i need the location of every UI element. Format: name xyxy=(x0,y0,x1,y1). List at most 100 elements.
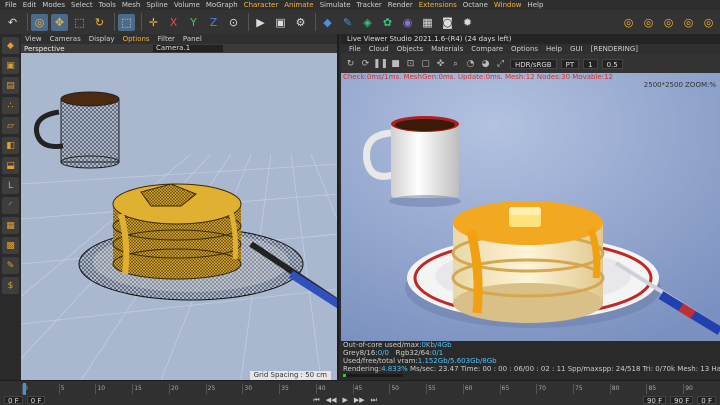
timeline-ruler[interactable]: 051015202530354045505560657075808590 xyxy=(22,384,720,394)
make-editable-icon[interactable]: ◆ xyxy=(2,37,19,54)
zoom-icon[interactable]: ⌕ xyxy=(450,58,461,69)
model-mode-icon[interactable]: ▣ xyxy=(2,57,19,74)
color-space-select[interactable]: HDR/sRGB xyxy=(510,58,557,69)
menu-modes[interactable]: Modes xyxy=(39,0,68,10)
snap-icon[interactable]: ◜ xyxy=(2,197,19,214)
axis-mode-icon[interactable]: L xyxy=(2,177,19,194)
lv-menu-objects[interactable]: Objects xyxy=(393,45,427,53)
restart-render-icon[interactable]: ⟳ xyxy=(360,58,371,69)
end-frame-field[interactable]: 90 F xyxy=(642,396,667,405)
undo-icon[interactable]: ↶ xyxy=(4,14,21,31)
menu-character[interactable]: Character xyxy=(241,0,282,10)
script-icon[interactable]: $ xyxy=(2,277,19,294)
menu-window[interactable]: Window xyxy=(491,0,525,10)
viewport-menu-panel[interactable]: Panel xyxy=(179,34,206,44)
scale-tool-icon[interactable]: ⬚ xyxy=(71,14,88,31)
axis-icon[interactable]: ✛ xyxy=(145,14,162,31)
menu-mograph[interactable]: MoGraph xyxy=(203,0,241,10)
kernel-select[interactable]: PT xyxy=(560,58,580,69)
selection-box-icon[interactable]: ⬚ xyxy=(118,13,135,31)
x-axis-icon[interactable]: X xyxy=(165,14,182,31)
coordinate-system-icon[interactable]: ⊙ xyxy=(225,14,242,31)
editor-viewport[interactable]: View Cameras Display Options Filter Panel Per… xyxy=(21,34,339,380)
render-picture-icon[interactable]: ▣ xyxy=(272,14,289,31)
viewport-menu-display[interactable]: Display xyxy=(85,34,119,44)
menu-animate[interactable]: Animate xyxy=(281,0,316,10)
send-scene-icon[interactable]: ↻ xyxy=(345,58,356,69)
object-picker-icon[interactable]: ◕ xyxy=(480,58,491,69)
start-frame-field[interactable]: 0 F xyxy=(4,396,23,405)
lv-menu-help[interactable]: Help xyxy=(542,45,566,53)
deformer-icon[interactable]: ◉ xyxy=(399,14,416,31)
menu-render[interactable]: Render xyxy=(385,0,416,10)
menu-mesh[interactable]: Mesh xyxy=(119,0,143,10)
menu-spline[interactable]: Spline xyxy=(143,0,171,10)
edges-mode-icon[interactable]: ▱ xyxy=(2,117,19,134)
next-key-icon[interactable]: ▶▶ xyxy=(354,396,365,404)
menu-extensions[interactable]: Extensions xyxy=(416,0,460,10)
texture-mode-icon[interactable]: ▤ xyxy=(2,77,19,94)
pause-render-icon[interactable]: ❚❚ xyxy=(373,58,388,69)
paint-icon[interactable]: ✎ xyxy=(2,257,19,274)
camera-select[interactable]: Camera.1 xyxy=(153,45,223,52)
points-mode-icon[interactable]: ∴ xyxy=(2,97,19,114)
workplane-icon[interactable]: ▦ xyxy=(2,217,19,234)
viewport-menu-cameras[interactable]: Cameras xyxy=(46,34,85,44)
goto-end-icon[interactable]: ⏭ xyxy=(371,396,377,405)
material-picker-icon[interactable]: ◔ xyxy=(465,58,476,69)
viewport-menu-options[interactable]: Options xyxy=(119,34,154,44)
lv-menu-compare[interactable]: Compare xyxy=(467,45,507,53)
y-axis-icon[interactable]: Y xyxy=(185,14,202,31)
cube-icon[interactable]: ◆ xyxy=(319,14,336,31)
rotate-tool-icon[interactable]: ↻ xyxy=(91,14,108,31)
lv-menu-cloud[interactable]: Cloud xyxy=(365,45,393,53)
lv-menu-file[interactable]: File xyxy=(345,45,365,53)
field-2[interactable]: 0.5 xyxy=(601,58,623,69)
octane-settings-icon[interactable]: ◎ xyxy=(640,14,657,31)
lv-menu-options[interactable]: Options xyxy=(507,45,542,53)
octane-live-viewer-icon[interactable]: ◎ xyxy=(620,14,637,31)
lv-menu-gui[interactable]: GUI xyxy=(566,45,587,53)
menu-simulate[interactable]: Simulate xyxy=(317,0,354,10)
subdivision-icon[interactable]: ◈ xyxy=(359,14,376,31)
menu-file[interactable]: File xyxy=(2,0,20,10)
current-frame-field[interactable]: 0 F xyxy=(26,396,46,405)
lock-workplane-icon[interactable]: ▩ xyxy=(2,237,19,254)
render-settings-icon[interactable]: ⚙ xyxy=(292,14,309,31)
octane-material-icon[interactable]: ◎ xyxy=(660,14,677,31)
menu-select[interactable]: Select xyxy=(68,0,96,10)
stop-render-icon[interactable]: ■ xyxy=(390,58,401,69)
render-view[interactable]: Check:0ms/1ms. MeshGen:0ms. Update:0ms. … xyxy=(341,73,720,341)
octane-texture-icon[interactable]: ◎ xyxy=(680,14,697,31)
cloner-icon[interactable]: ✿ xyxy=(379,14,396,31)
camera-icon[interactable]: ◙ xyxy=(439,14,456,31)
pick-focus-icon[interactable]: ✜ xyxy=(435,58,446,69)
octane-camera-icon[interactable]: ◎ xyxy=(700,14,717,31)
uv-mode-icon[interactable]: ⬓ xyxy=(2,157,19,174)
pen-icon[interactable]: ✎ xyxy=(339,14,356,31)
viewport-menu-filter[interactable]: Filter xyxy=(154,34,179,44)
lock-icon[interactable]: ⊡ xyxy=(405,58,416,69)
playhead[interactable] xyxy=(23,383,26,395)
prev-key-icon[interactable]: ◀◀ xyxy=(326,396,337,404)
menu-tracker[interactable]: Tracker xyxy=(354,0,385,10)
render-view-icon[interactable]: ▶ xyxy=(252,14,269,31)
viewport-menu-view[interactable]: View xyxy=(21,34,46,44)
floor-icon[interactable]: ▦ xyxy=(419,14,436,31)
select-tool-icon[interactable]: ◎ xyxy=(31,13,48,31)
fit-icon[interactable]: ⤢ xyxy=(495,58,506,69)
field-1[interactable]: 1 xyxy=(583,58,598,69)
move-tool-icon[interactable]: ✥ xyxy=(51,13,68,31)
polygons-mode-icon[interactable]: ◧ xyxy=(2,137,19,154)
menu-volume[interactable]: Volume xyxy=(171,0,203,10)
lv-menu-materials[interactable]: Materials xyxy=(427,45,467,53)
end-frame-field-2[interactable]: 90 F xyxy=(670,396,694,405)
goto-start-icon[interactable]: ⏮ xyxy=(313,396,319,405)
light-icon[interactable]: ✹ xyxy=(459,14,476,31)
z-axis-icon[interactable]: Z xyxy=(205,14,222,31)
menu-tools[interactable]: Tools xyxy=(96,0,119,10)
menu-help[interactable]: Help xyxy=(524,0,546,10)
play-icon[interactable]: ▶ xyxy=(343,396,348,404)
right-frame-field[interactable]: 0 F xyxy=(697,396,717,405)
menu-octane[interactable]: Octane xyxy=(460,0,491,10)
